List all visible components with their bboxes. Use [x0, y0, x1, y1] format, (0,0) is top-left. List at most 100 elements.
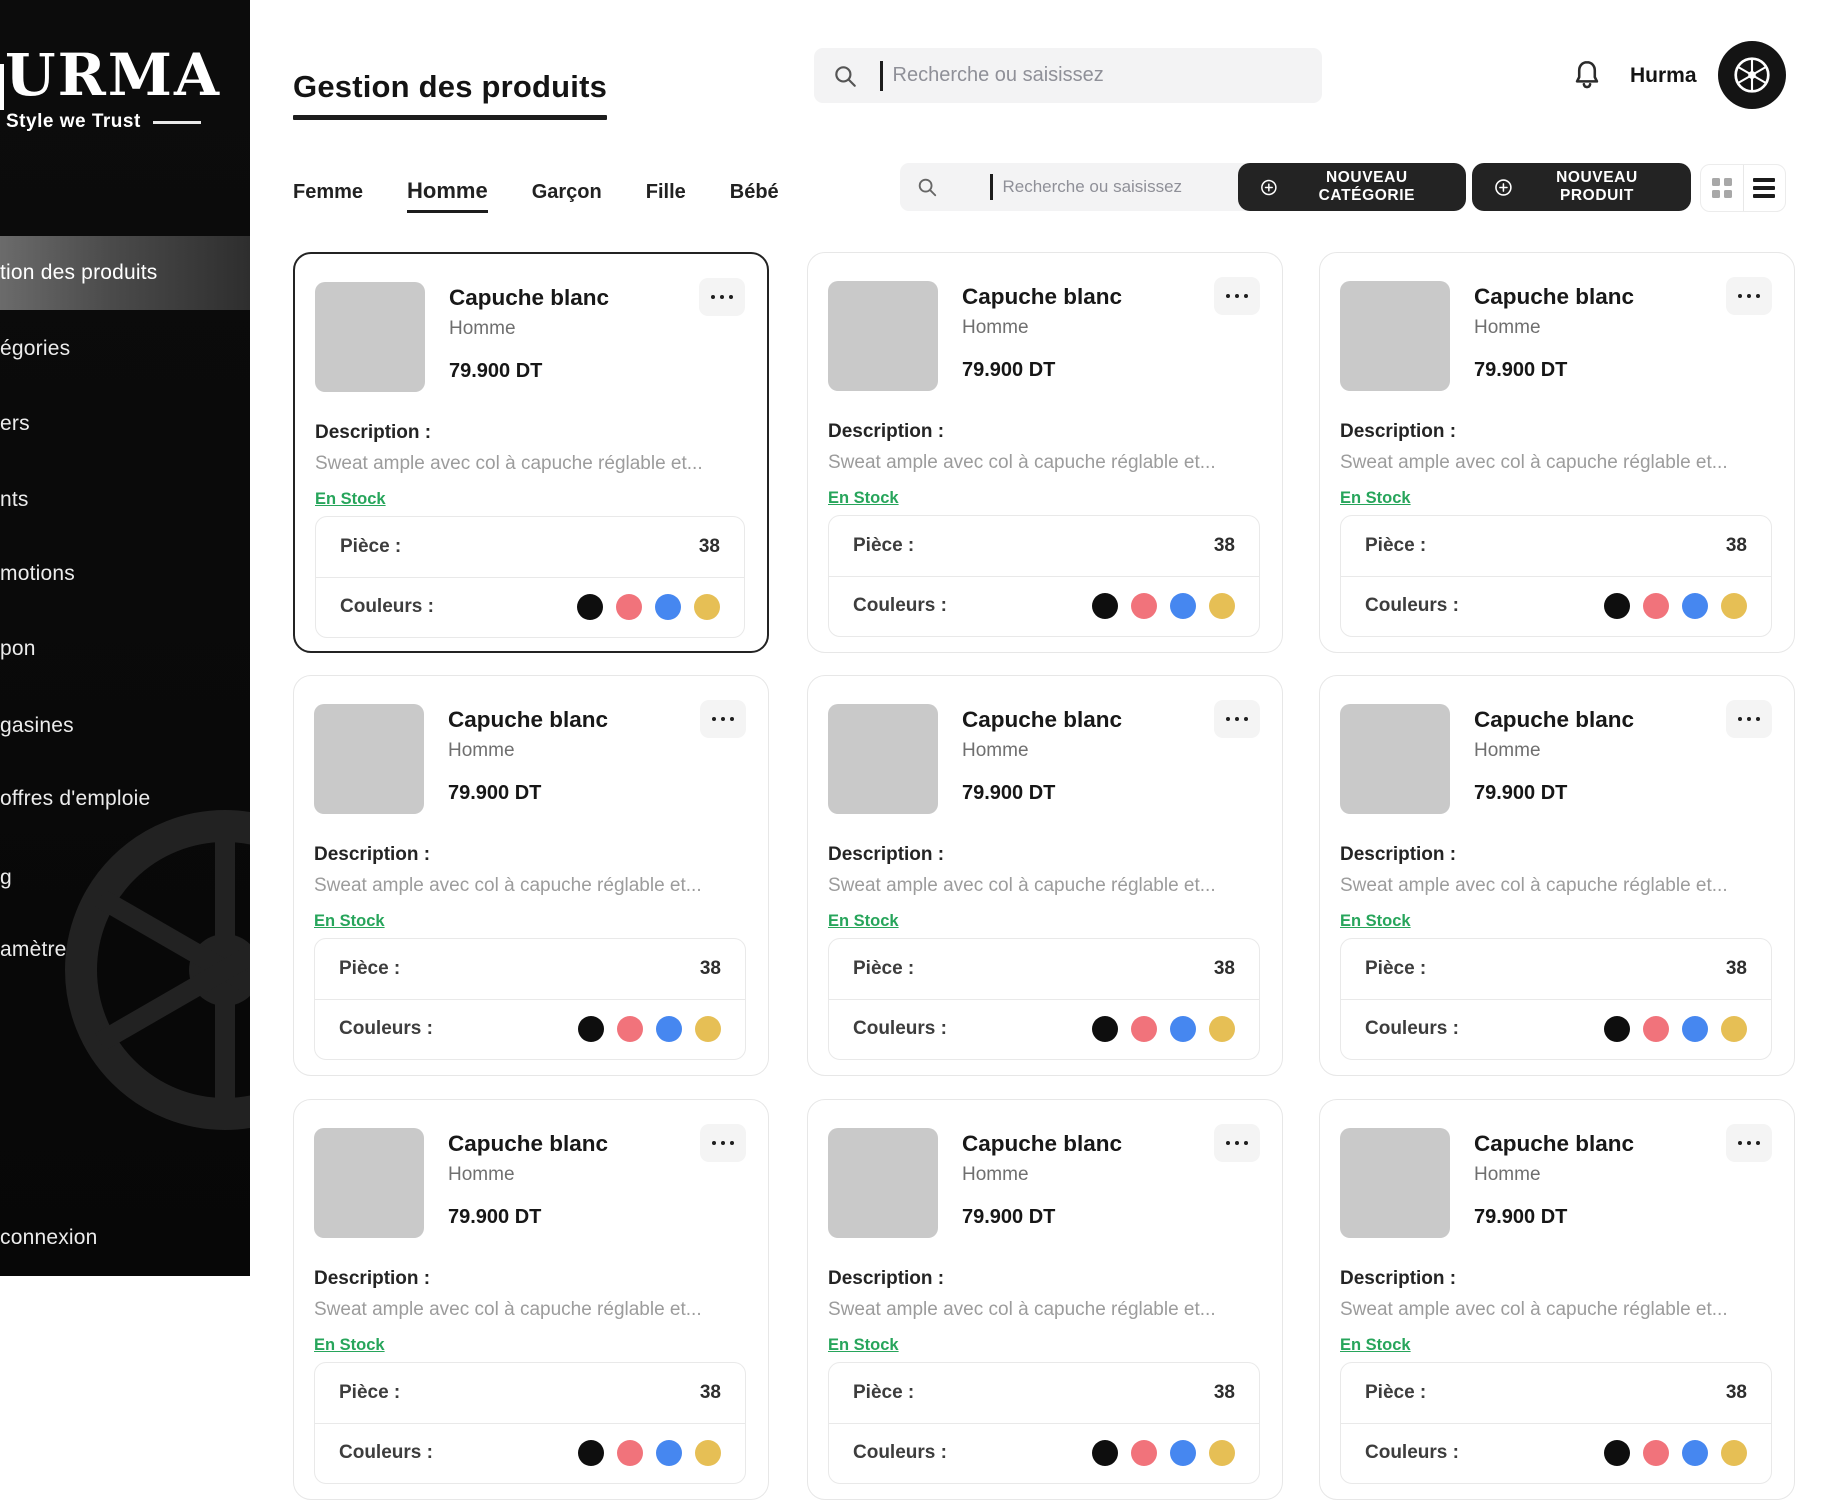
sidebar-item-7[interactable]: gasines	[0, 689, 250, 763]
sidebar-item-label: offres d'emploie	[0, 787, 150, 811]
more-options-button[interactable]	[700, 1124, 746, 1162]
piece-row: Pièce : 38	[1341, 939, 1771, 999]
product-price: 79.900 DT	[1474, 780, 1634, 806]
product-description: Sweat ample avec col à capuche réglable …	[828, 452, 1262, 474]
stock-badge[interactable]: En Stock	[828, 489, 899, 508]
toolbar-search[interactable]	[900, 163, 1269, 211]
product-description: Sweat ample avec col à capuche réglable …	[1340, 452, 1774, 474]
notification-bell-icon[interactable]	[1570, 58, 1604, 92]
user-avatar[interactable]	[1718, 41, 1786, 109]
text-caret	[880, 61, 883, 91]
piece-row: Pièce : 38	[829, 516, 1259, 576]
stock-badge[interactable]: En Stock	[828, 1336, 899, 1355]
list-view-button[interactable]	[1744, 165, 1786, 211]
sidebar-item-label: amètre	[0, 938, 67, 962]
sidebar-item-label: nts	[0, 488, 29, 512]
piece-label: Pièce :	[1365, 535, 1426, 557]
stock-badge[interactable]: En Stock	[828, 912, 899, 931]
tab-femme[interactable]: Femme	[293, 181, 363, 210]
product-thumbnail	[828, 1128, 938, 1238]
sidebar-item-10[interactable]: amètre	[0, 913, 250, 987]
more-options-button[interactable]	[1214, 277, 1260, 315]
colors-row: Couleurs :	[1341, 1423, 1771, 1484]
sidebar-item-6[interactable]: pon	[0, 612, 250, 686]
product-price: 79.900 DT	[448, 1204, 608, 1230]
color-swatch	[1682, 593, 1708, 619]
color-swatch	[656, 1016, 682, 1042]
product-name: Capuche blanc	[1474, 706, 1634, 734]
color-swatches	[1092, 1016, 1235, 1042]
product-card[interactable]: Capuche blanc Homme 79.900 DT Descriptio…	[293, 675, 769, 1076]
product-card[interactable]: Capuche blanc Homme 79.900 DT Descriptio…	[293, 1099, 769, 1500]
search-icon	[832, 63, 858, 89]
product-price: 79.900 DT	[1474, 357, 1634, 383]
stock-badge[interactable]: En Stock	[1340, 489, 1411, 508]
colors-row: Couleurs :	[315, 999, 745, 1060]
description-label: Description :	[315, 422, 747, 444]
product-card[interactable]: Capuche blanc Homme 79.900 DT Descriptio…	[807, 252, 1283, 653]
color-swatch	[1209, 593, 1235, 619]
product-card[interactable]: Capuche blanc Homme 79.900 DT Descriptio…	[1319, 1099, 1795, 1500]
product-description: Sweat ample avec col à capuche réglable …	[1340, 1299, 1774, 1321]
stats-box: Pièce : 38 Couleurs :	[1340, 938, 1772, 1060]
grid-view-button[interactable]	[1701, 165, 1744, 211]
product-thumbnail	[1340, 704, 1450, 814]
more-options-button[interactable]	[1726, 1124, 1772, 1162]
card-header: Capuche blanc Homme 79.900 DT	[314, 704, 746, 814]
stock-badge[interactable]: En Stock	[314, 912, 385, 931]
piece-row: Pièce : 38	[315, 1363, 745, 1423]
piece-row: Pièce : 38	[315, 939, 745, 999]
stock-badge[interactable]: En Stock	[314, 1336, 385, 1355]
product-card[interactable]: Capuche blanc Homme 79.900 DT Descriptio…	[1319, 675, 1795, 1076]
more-options-button[interactable]	[1726, 277, 1772, 315]
color-swatch	[1721, 1016, 1747, 1042]
toolbar-search-input[interactable]	[1001, 176, 1254, 198]
product-card[interactable]: Capuche blanc Homme 79.900 DT Descriptio…	[293, 252, 769, 653]
color-swatch	[616, 594, 642, 620]
tab-bebe[interactable]: Bébé	[730, 181, 779, 210]
product-card[interactable]: Capuche blanc Homme 79.900 DT Descriptio…	[807, 1099, 1283, 1500]
new-product-button[interactable]: NOUVEAU PRODUIT	[1472, 163, 1691, 211]
sidebar-item-11[interactable]: connexion	[0, 1201, 250, 1275]
page-title: Gestion des produits	[293, 69, 607, 120]
stock-badge[interactable]: En Stock	[315, 490, 386, 509]
sidebar-item-8[interactable]: offres d'emploie	[0, 762, 250, 836]
color-swatch	[1682, 1440, 1708, 1466]
product-name: Capuche blanc	[962, 1130, 1122, 1158]
piece-label: Pièce :	[339, 1382, 400, 1404]
product-category: Homme	[1474, 316, 1634, 340]
sidebar-item-5[interactable]: motions	[0, 537, 250, 611]
product-thumbnail	[1340, 1128, 1450, 1238]
stock-badge[interactable]: En Stock	[1340, 1336, 1411, 1355]
stats-box: Pièce : 38 Couleurs :	[314, 1362, 746, 1484]
description-label: Description :	[828, 421, 1262, 443]
color-swatch	[694, 594, 720, 620]
header-search[interactable]	[814, 48, 1322, 103]
product-name: Capuche blanc	[962, 283, 1122, 311]
product-card[interactable]: Capuche blanc Homme 79.900 DT Descriptio…	[807, 675, 1283, 1076]
tab-fille[interactable]: Fille	[646, 181, 686, 210]
new-category-button[interactable]: NOUVEAU CATÉGORIE	[1238, 163, 1466, 211]
sidebar-nav: tion des produitségoriesers nts motionspon…	[0, 0, 250, 1276]
tab-garcon[interactable]: Garçon	[532, 181, 602, 210]
card-header: Capuche blanc Homme 79.900 DT	[828, 704, 1260, 814]
color-swatch	[1092, 1440, 1118, 1466]
more-options-button[interactable]	[699, 278, 745, 316]
sidebar-item-2[interactable]: égories	[0, 312, 250, 386]
product-meta: Capuche blanc Homme 79.900 DT	[1474, 1128, 1634, 1238]
stock-badge[interactable]: En Stock	[1340, 912, 1411, 931]
sidebar-item-4[interactable]: nts	[0, 463, 250, 537]
product-name: Capuche blanc	[448, 1130, 608, 1158]
header-search-input[interactable]	[891, 63, 1305, 88]
sidebar-item-1[interactable]: tion des produits	[0, 236, 250, 310]
more-options-button[interactable]	[1214, 700, 1260, 738]
more-options-button[interactable]	[1726, 700, 1772, 738]
tab-homme[interactable]: Homme	[407, 178, 488, 213]
sidebar-item-3[interactable]: ers	[0, 387, 250, 461]
piece-label: Pièce :	[340, 536, 401, 558]
more-options-button[interactable]	[1214, 1124, 1260, 1162]
more-options-button[interactable]	[700, 700, 746, 738]
sidebar-item-9[interactable]: g	[0, 841, 250, 915]
product-card[interactable]: Capuche blanc Homme 79.900 DT Descriptio…	[1319, 252, 1795, 653]
ellipsis-icon	[1738, 717, 1743, 722]
